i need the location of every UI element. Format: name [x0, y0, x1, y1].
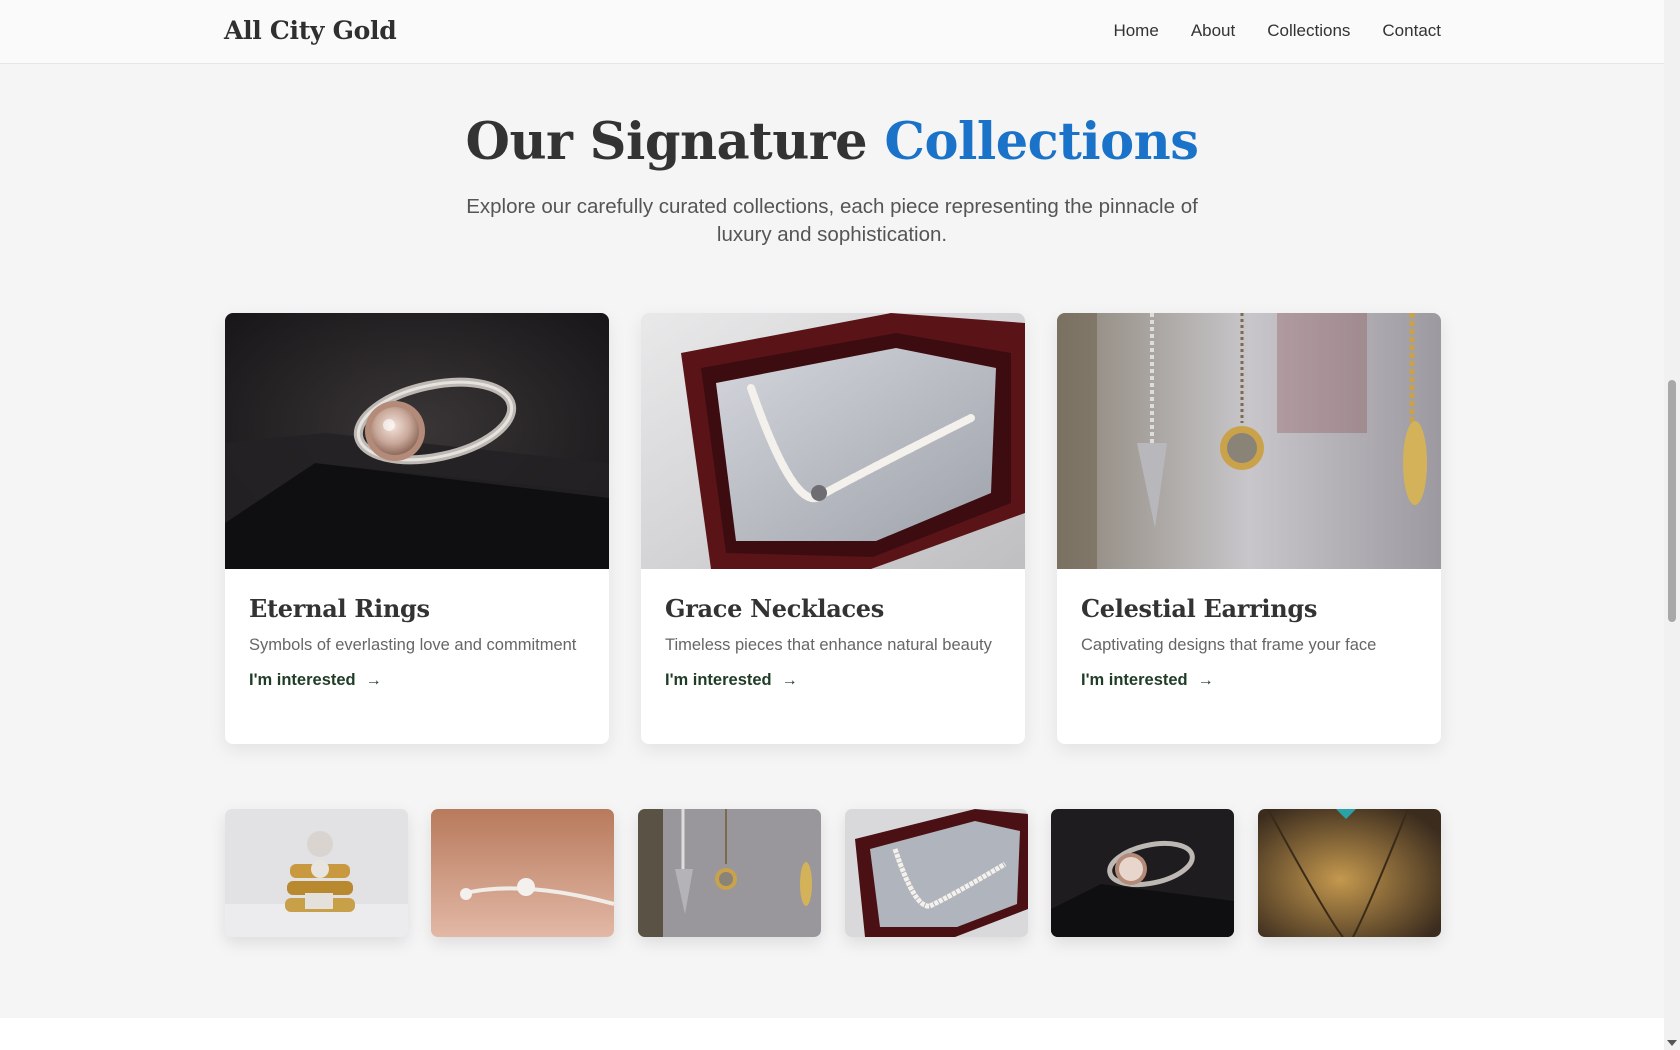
- interested-link-label: I'm interested: [1081, 671, 1188, 689]
- gallery-thumb-stacked-rings[interactable]: [225, 809, 408, 937]
- nav-links: Home About Collections Contact: [1113, 21, 1441, 41]
- section-title-main: Our Signature: [465, 112, 885, 172]
- interested-link-label: I'm interested: [665, 671, 772, 689]
- nav-link-contact[interactable]: Contact: [1382, 21, 1441, 41]
- gallery-thumb-bangle[interactable]: [431, 809, 614, 937]
- collection-card-rings: Eternal Rings Symbols of everlasting lov…: [225, 313, 609, 744]
- footer-strip: [0, 1018, 1664, 1050]
- section-subtitle: Explore our carefully curated collection…: [466, 195, 1198, 246]
- arrow-right-icon: →: [365, 671, 382, 689]
- card-image-earrings: [1057, 313, 1441, 569]
- card-title: Celestial Earrings: [1081, 594, 1318, 623]
- collection-card-earrings: Celestial Earrings Captivating designs t…: [1057, 313, 1441, 744]
- collection-card-necklaces: Grace Necklaces Timeless pieces that enh…: [641, 313, 1025, 744]
- nav-link-home[interactable]: Home: [1113, 21, 1158, 41]
- section-title-accent: Collections: [884, 112, 1199, 172]
- interested-link[interactable]: I'm interested →: [665, 671, 798, 690]
- gallery-thumb-gold-chain[interactable]: [1258, 809, 1441, 937]
- arrow-right-icon: →: [781, 671, 798, 689]
- section-title: Our Signature Collections: [0, 112, 1664, 172]
- interested-link[interactable]: I'm interested →: [1081, 671, 1214, 690]
- gallery-thumb-pendants[interactable]: [638, 809, 821, 937]
- card-description: Symbols of everlasting love and commitme…: [249, 636, 577, 654]
- card-description: Timeless pieces that enhance natural bea…: [665, 636, 992, 654]
- scrollbar-thumb[interactable]: [1668, 380, 1676, 622]
- arrow-right-icon: →: [1197, 671, 1214, 689]
- card-title: Grace Necklaces: [665, 594, 884, 623]
- card-description: Captivating designs that frame your face: [1081, 636, 1377, 654]
- navbar: All City Gold Home About Collections Con…: [0, 0, 1664, 64]
- interested-link-label: I'm interested: [249, 671, 356, 689]
- interested-link[interactable]: I'm interested →: [249, 671, 382, 690]
- brand-logo[interactable]: All City Gold: [224, 16, 397, 45]
- card-image-necklaces: [641, 313, 1025, 569]
- gallery-thumb-pearl-necklace[interactable]: [845, 809, 1028, 937]
- scroll-down-icon[interactable]: [1667, 1040, 1677, 1046]
- card-title: Eternal Rings: [249, 594, 430, 623]
- gallery-thumb-rose-ring[interactable]: [1051, 809, 1234, 937]
- nav-link-collections[interactable]: Collections: [1267, 21, 1350, 41]
- card-image-rings: [225, 313, 609, 569]
- page-scrollbar[interactable]: [1664, 0, 1680, 1050]
- nav-link-about[interactable]: About: [1191, 21, 1235, 41]
